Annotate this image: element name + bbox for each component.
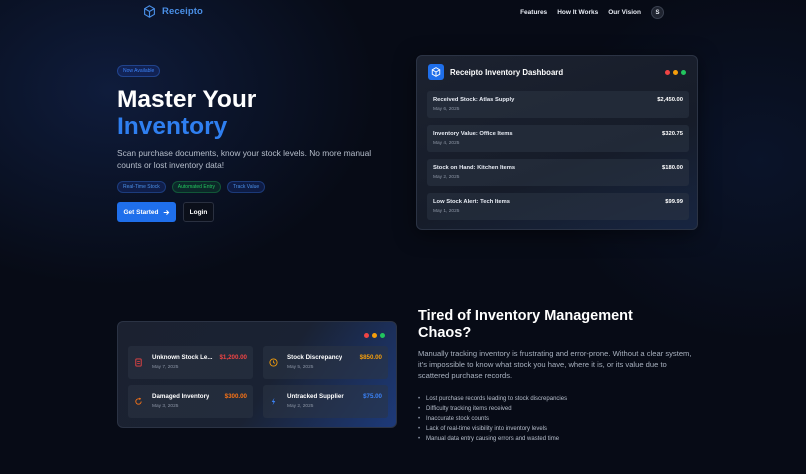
dashboard-row[interactable]: Stock on Hand: Kitchen Items May 2, 2025… [427,159,689,186]
problem-amount: $300.00 [224,393,247,400]
minimize-dot-icon [673,70,678,75]
refresh-icon [135,397,142,405]
window-controls [665,70,686,75]
dashboard-header: Receipto Inventory Dashboard [428,64,563,80]
problem-amount: $850.00 [359,354,382,361]
clock-icon [269,358,278,367]
row-title: Inventory Value: Office Items [433,131,513,137]
dashboard-row[interactable]: Received Stock: Atlas Supply May 6, 2025… [427,91,689,118]
list-item: Inaccurate stock counts [418,414,567,424]
close-dot-icon [364,333,369,338]
problem-title: Untracked Supplier [287,393,344,400]
problem-amount: $75.00 [363,393,382,400]
row-amount: $2,450.00 [657,97,683,103]
problem-item[interactable]: Unknown Stock Le... May 7, 2025 $1,200.0… [128,346,253,379]
minimize-dot-icon [372,333,377,338]
nav-link-how-it-works[interactable]: How It Works [557,9,598,16]
list-item: Manual data entry causing errors and was… [418,434,567,444]
hero-description: Scan purchase documents, know your stock… [117,148,372,170]
arrow-right-icon [163,209,169,215]
maximize-dot-icon [681,70,686,75]
tag-track-value: Track Value [227,181,266,193]
row-amount: $99.99 [665,199,683,205]
problem-date: May 5, 2025 [287,365,314,370]
problem-date: May 7, 2025 [152,365,179,370]
problem-title: Damaged Inventory [152,393,210,400]
hero-title-line1: Master Your [117,86,257,113]
problem-description: Manually tracking inventory is frustrati… [418,349,692,380]
problem-date: May 3, 2025 [152,404,179,409]
list-item: Difficulty tracking items received [418,404,567,414]
list-item: Lack of real-time visibility into invent… [418,424,567,434]
nav-links: Features How It Works Our Vision S [520,6,664,19]
get-started-label: Get Started [123,208,159,216]
problem-heading: Tired of Inventory Management Chaos? [418,308,633,341]
problem-grid: Unknown Stock Le... May 7, 2025 $1,200.0… [128,346,388,418]
problem-bullet-list: Lost purchase records leading to stock d… [418,394,567,444]
dashboard-title: Receipto Inventory Dashboard [450,67,564,77]
nav-link-features[interactable]: Features [520,9,547,16]
problem-item[interactable]: Damaged Inventory May 3, 2025 $300.00 [128,385,253,418]
inventory-dashboard-card: Receipto Inventory Dashboard Received St… [416,55,698,230]
problem-item[interactable]: Untracked Supplier May 2, 2025 $75.00 [263,385,388,418]
dashboard-rows: Received Stock: Atlas Supply May 6, 2025… [427,91,689,227]
bolt-icon [271,397,276,406]
problem-title: Stock Discrepancy [287,354,343,361]
row-date: May 1, 2025 [433,209,460,214]
brand-name: Receipto [162,6,203,17]
tag-real-time-stock: Real-Time Stock [117,181,166,193]
get-started-button[interactable]: Get Started [117,202,176,222]
cube-icon [144,5,155,18]
login-button[interactable]: Login [183,202,214,222]
maximize-dot-icon [380,333,385,338]
dashboard-row[interactable]: Low Stock Alert: Tech Items May 1, 2025 … [427,193,689,220]
row-date: May 4, 2025 [433,141,460,146]
problem-examples-card: Unknown Stock Le... May 7, 2025 $1,200.0… [117,321,397,428]
row-title: Received Stock: Atlas Supply [433,97,515,103]
problem-item[interactable]: Stock Discrepancy May 5, 2025 $850.00 [263,346,388,379]
feature-tags: Real-Time Stock Automated Entry Track Va… [117,181,266,193]
nav-link-our-vision[interactable]: Our Vision [608,9,641,16]
user-avatar[interactable]: S [651,6,664,19]
dashboard-row[interactable]: Inventory Value: Office Items May 4, 202… [427,125,689,152]
receipt-icon [135,358,142,367]
hero-title-line2: Inventory [117,113,228,140]
row-date: May 2, 2025 [433,175,460,180]
window-controls [364,333,385,338]
list-item: Lost purchase records leading to stock d… [418,394,567,404]
brand-logo[interactable]: Receipto [143,5,203,18]
problem-amount: $1,200.00 [219,354,247,361]
problem-title: Unknown Stock Le... [152,354,213,361]
now-available-badge: Now Available [117,65,161,77]
hero-title: Master Your Inventory [117,86,256,140]
tag-automated-entry: Automated Entry [171,181,222,193]
problem-date: May 2, 2025 [287,404,314,409]
row-date: May 6, 2025 [433,107,460,112]
top-nav: Receipto Features How It Works Our Visio… [0,0,806,26]
row-amount: $180.00 [662,165,683,171]
cube-icon [428,64,444,80]
close-dot-icon [665,70,670,75]
row-amount: $320.75 [662,131,683,137]
row-title: Low Stock Alert: Tech Items [433,199,510,205]
row-title: Stock on Hand: Kitchen Items [433,165,516,171]
